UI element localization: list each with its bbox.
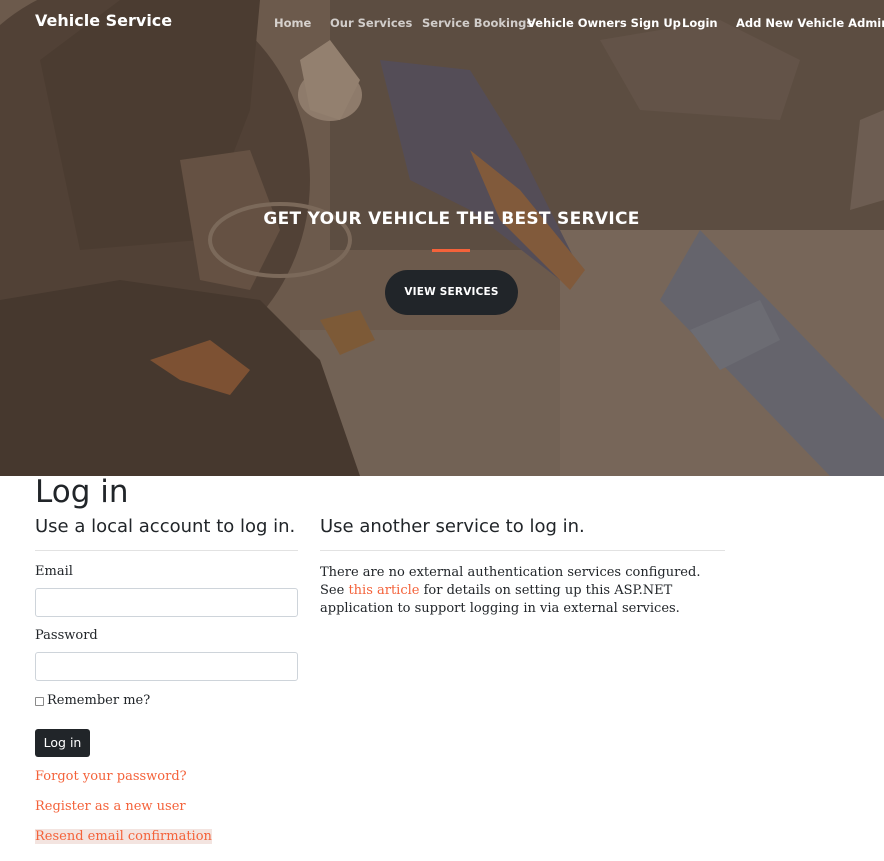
main-nav: Home Our Services Service Bookings Vehic… — [0, 16, 884, 32]
nav-link-login[interactable]: Login — [682, 16, 718, 30]
view-services-button[interactable]: VIEW SERVICES — [385, 270, 518, 315]
hero-title: GET YOUR VEHICLE THE BEST SERVICE — [263, 209, 640, 229]
remember-me-label[interactable]: Remember me? — [47, 693, 150, 708]
hero-overlay — [0, 0, 884, 476]
remember-me-checkbox[interactable] — [35, 697, 44, 706]
password-field[interactable] — [35, 652, 298, 681]
email-field[interactable] — [35, 588, 298, 617]
register-link[interactable]: Register as a new user — [35, 799, 186, 814]
nav-link-our-services[interactable]: Our Services — [330, 16, 412, 30]
hero-divider — [432, 249, 470, 252]
nav-link-home[interactable]: Home — [274, 16, 311, 30]
external-section-divider — [320, 550, 725, 551]
external-auth-info: There are no external authentication ser… — [320, 564, 725, 618]
hero-section: Vehicle Service Home Our Services Servic… — [0, 0, 884, 476]
this-article-link[interactable]: this article — [348, 583, 419, 598]
local-section-divider — [35, 550, 298, 551]
external-login-heading: Use another service to log in. — [320, 516, 585, 537]
email-label: Email — [35, 564, 73, 579]
forgot-password-link[interactable]: Forgot your password? — [35, 769, 187, 784]
nav-link-vehicle-owners-sign-up[interactable]: Vehicle Owners Sign Up — [527, 16, 681, 30]
login-submit-button[interactable]: Log in — [35, 729, 90, 757]
local-account-heading: Use a local account to log in. — [35, 516, 296, 537]
password-label: Password — [35, 628, 98, 643]
nav-link-service-bookings[interactable]: Service Bookings — [422, 16, 533, 30]
page-title: Log in — [35, 474, 129, 510]
resend-confirmation-link[interactable]: Resend email confirmation — [35, 829, 212, 844]
nav-link-add-new-vehicle-admin[interactable]: Add New Vehicle Admin — [736, 16, 884, 30]
